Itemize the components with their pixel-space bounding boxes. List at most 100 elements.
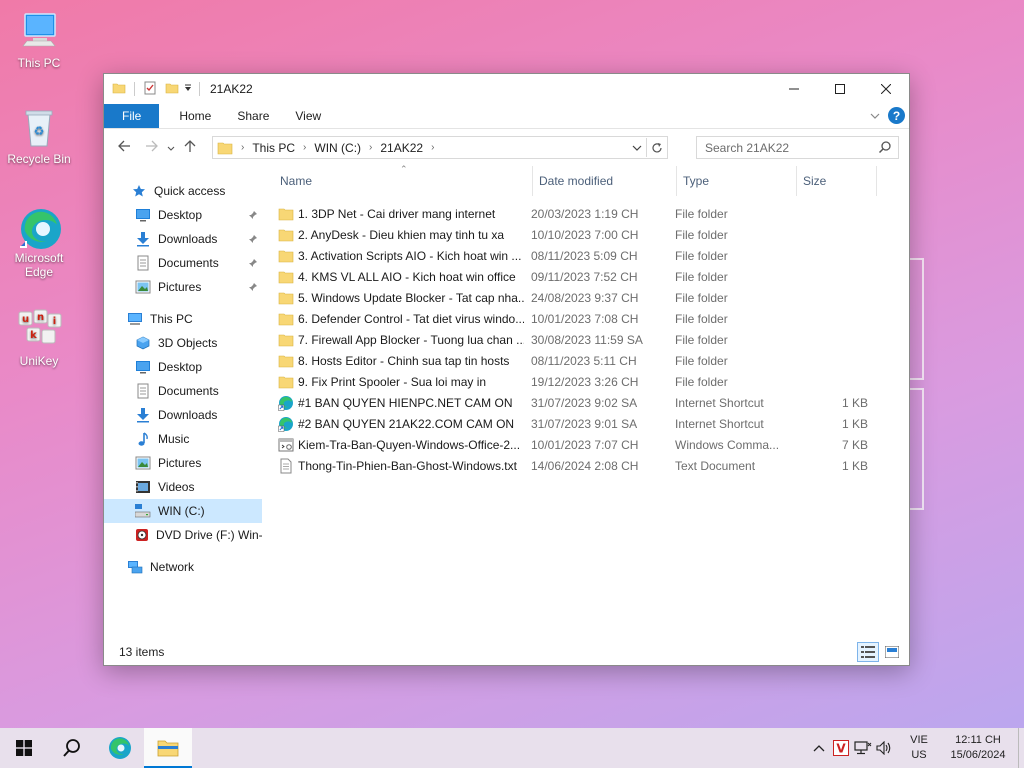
unikey-tray-icon[interactable]: V <box>830 728 852 768</box>
file-name-cell[interactable]: #1 BAN QUYEN HIENPC.NET CAM ON <box>262 395 524 411</box>
nav-this-pc[interactable]: This PC <box>104 307 262 331</box>
show-desktop-button[interactable] <box>1018 728 1024 768</box>
nav-pc-documents[interactable]: Documents <box>104 379 262 403</box>
address-dropdown-icon[interactable] <box>628 145 646 151</box>
column-header-size[interactable]: Size <box>797 166 877 196</box>
file-name-cell[interactable]: 1. 3DP Net - Cai driver mang internet <box>262 206 524 222</box>
table-row[interactable]: 2. AnyDesk - Dieu khien may tinh tu xa 10… <box>262 224 868 245</box>
search-button[interactable] <box>48 728 96 768</box>
table-row[interactable]: #2 BAN QUYEN 21AK22.COM CAM ON 31/07/2023… <box>262 413 868 434</box>
input-language-indicator[interactable]: VIE US <box>900 733 938 763</box>
pin-icon[interactable] <box>248 281 258 295</box>
search-icon[interactable] <box>878 140 892 157</box>
file-name-cell[interactable]: 4. KMS VL ALL AIO - Kich hoat win office <box>262 269 524 285</box>
tab-file[interactable]: File <box>104 104 160 128</box>
file-name-cell[interactable]: Kiem-Tra-Ban-Quyen-Windows-Office-2... <box>262 437 524 453</box>
nav-network[interactable]: Network <box>104 555 262 579</box>
table-row[interactable]: #1 BAN QUYEN HIENPC.NET CAM ON 31/07/2023… <box>262 392 868 413</box>
nav-pc-pictures[interactable]: Pictures <box>104 451 262 475</box>
table-row[interactable]: 8. Hosts Editor - Chinh sua tap tin host… <box>262 350 868 371</box>
close-button[interactable] <box>863 74 909 104</box>
nav-pc-downloads[interactable]: Downloads <box>104 403 262 427</box>
help-button[interactable]: ? <box>888 107 905 124</box>
breadcrumb-21ak22[interactable]: 21AK22 <box>380 141 423 155</box>
properties-icon[interactable] <box>143 81 157 98</box>
up-button[interactable] <box>178 139 202 157</box>
nav-3d-objects[interactable]: 3D Objects <box>104 331 262 355</box>
desktop-icon-microsoft-edge[interactable]: Microsoft Edge <box>1 205 77 279</box>
breadcrumb-separator-icon[interactable]: › <box>303 142 306 153</box>
column-header-name[interactable]: Name <box>262 166 533 196</box>
table-row[interactable]: Kiem-Tra-Ban-Quyen-Windows-Office-2... 10… <box>262 434 868 455</box>
nav-quick-documents[interactable]: Documents <box>104 251 262 275</box>
nav-pc-desktop[interactable]: Desktop <box>104 355 262 379</box>
details-view-button[interactable] <box>857 642 879 662</box>
file-name: #1 BAN QUYEN HIENPC.NET CAM ON <box>298 395 513 410</box>
desktop-icon-this-pc[interactable]: This PC <box>1 10 77 70</box>
breadcrumb-separator-icon[interactable]: › <box>431 142 434 153</box>
nav-quick-desktop[interactable]: Desktop <box>104 203 262 227</box>
unikey-icon: u n i k <box>17 308 62 352</box>
large-icons-view-button[interactable] <box>881 642 903 662</box>
table-row[interactable]: 1. 3DP Net - Cai driver mang internet 20/… <box>262 203 868 224</box>
show-hidden-icons-chevron-icon[interactable] <box>808 728 830 768</box>
pin-icon[interactable] <box>248 257 258 271</box>
address-bar[interactable]: › This PC › WIN (C:) › 21AK22 › <box>212 136 668 159</box>
file-name-cell[interactable]: 8. Hosts Editor - Chinh sua tap tin host… <box>262 353 524 369</box>
file-name-cell[interactable]: 3. Activation Scripts AIO - Kich hoat wi… <box>262 248 524 264</box>
file-name-cell[interactable]: Thong-Tin-Phien-Ban-Ghost-Windows.txt <box>262 458 524 474</box>
nav-pc-videos[interactable]: Videos <box>104 475 262 499</box>
recent-locations-chevron-icon[interactable] <box>164 139 178 156</box>
table-row[interactable]: 7. Firewall App Blocker - Tuong lua chan… <box>262 329 868 350</box>
table-row[interactable]: 3. Activation Scripts AIO - Kich hoat wi… <box>262 245 868 266</box>
table-row[interactable]: 9. Fix Print Spooler - Sua loi may in 19/… <box>262 371 868 392</box>
forward-button[interactable] <box>140 139 164 156</box>
back-button[interactable] <box>112 139 136 156</box>
file-date: 24/08/2023 9:37 CH <box>531 290 639 305</box>
breadcrumb-win-c[interactable]: WIN (C:) <box>314 141 361 155</box>
nav-quick-access[interactable]: Quick access <box>104 179 262 203</box>
clock[interactable]: 12:11 CH 15/06/2024 <box>938 733 1018 763</box>
breadcrumb-this-pc[interactable]: This PC <box>252 141 295 155</box>
taskbar-file-explorer-button[interactable] <box>144 728 192 768</box>
tab-view[interactable]: View <box>282 104 334 128</box>
file-date: 10/01/2023 7:08 CH <box>531 311 639 326</box>
new-folder-icon[interactable] <box>165 81 179 98</box>
tab-home[interactable]: Home <box>159 104 224 128</box>
volume-icon[interactable] <box>874 728 896 768</box>
customize-qat-icon[interactable] <box>183 82 193 96</box>
table-row[interactable]: 4. KMS VL ALL AIO - Kich hoat win office… <box>262 266 868 287</box>
table-row[interactable]: 6. Defender Control - Tat diet virus win… <box>262 308 868 329</box>
column-header-type[interactable]: Type <box>677 166 797 196</box>
nav-quick-pictures[interactable]: Pictures <box>104 275 262 299</box>
taskbar-edge-button[interactable] <box>96 728 144 768</box>
maximize-button[interactable] <box>817 74 863 104</box>
breadcrumb-separator-icon[interactable]: › <box>369 142 372 153</box>
pin-icon[interactable] <box>248 233 258 247</box>
desktop-icon-unikey[interactable]: u n i k UniKey <box>1 308 77 368</box>
table-row[interactable]: Thong-Tin-Phien-Ban-Ghost-Windows.txt 14/… <box>262 455 868 476</box>
tab-share[interactable]: Share <box>224 104 282 128</box>
refresh-icon[interactable] <box>647 142 667 154</box>
nav-quick-downloads[interactable]: Downloads <box>104 227 262 251</box>
minimize-button[interactable] <box>771 74 817 104</box>
expand-ribbon-icon[interactable] <box>870 109 880 123</box>
title-bar[interactable]: 21AK22 <box>104 74 909 104</box>
start-button[interactable] <box>0 728 48 768</box>
file-name-cell[interactable]: 7. Firewall App Blocker - Tuong lua chan… <box>262 332 524 348</box>
table-row[interactable]: 5. Windows Update Blocker - Tat cap nha.… <box>262 287 868 308</box>
nav-pc-win-c[interactable]: WIN (C:) <box>104 499 262 523</box>
file-name-cell[interactable]: 5. Windows Update Blocker - Tat cap nha.… <box>262 290 524 306</box>
file-name-cell[interactable]: 9. Fix Print Spooler - Sua loi may in <box>262 374 524 390</box>
pin-icon[interactable] <box>248 209 258 223</box>
desktop-icon-recycle-bin[interactable]: ♻ Recycle Bin <box>1 106 77 166</box>
pictures-icon <box>134 279 152 295</box>
network-status-icon[interactable] <box>852 728 874 768</box>
file-name-cell[interactable]: 2. AnyDesk - Dieu khien may tinh tu xa <box>262 227 524 243</box>
column-header-date[interactable]: Date modified <box>533 166 677 196</box>
file-name-cell[interactable]: 6. Defender Control - Tat diet virus win… <box>262 311 524 327</box>
nav-pc-dvd-drive[interactable]: DVD Drive (F:) Win- <box>104 523 262 547</box>
search-input[interactable]: Search 21AK22 <box>696 136 899 159</box>
file-name-cell[interactable]: #2 BAN QUYEN 21AK22.COM CAM ON <box>262 416 524 432</box>
nav-pc-music[interactable]: Music <box>104 427 262 451</box>
